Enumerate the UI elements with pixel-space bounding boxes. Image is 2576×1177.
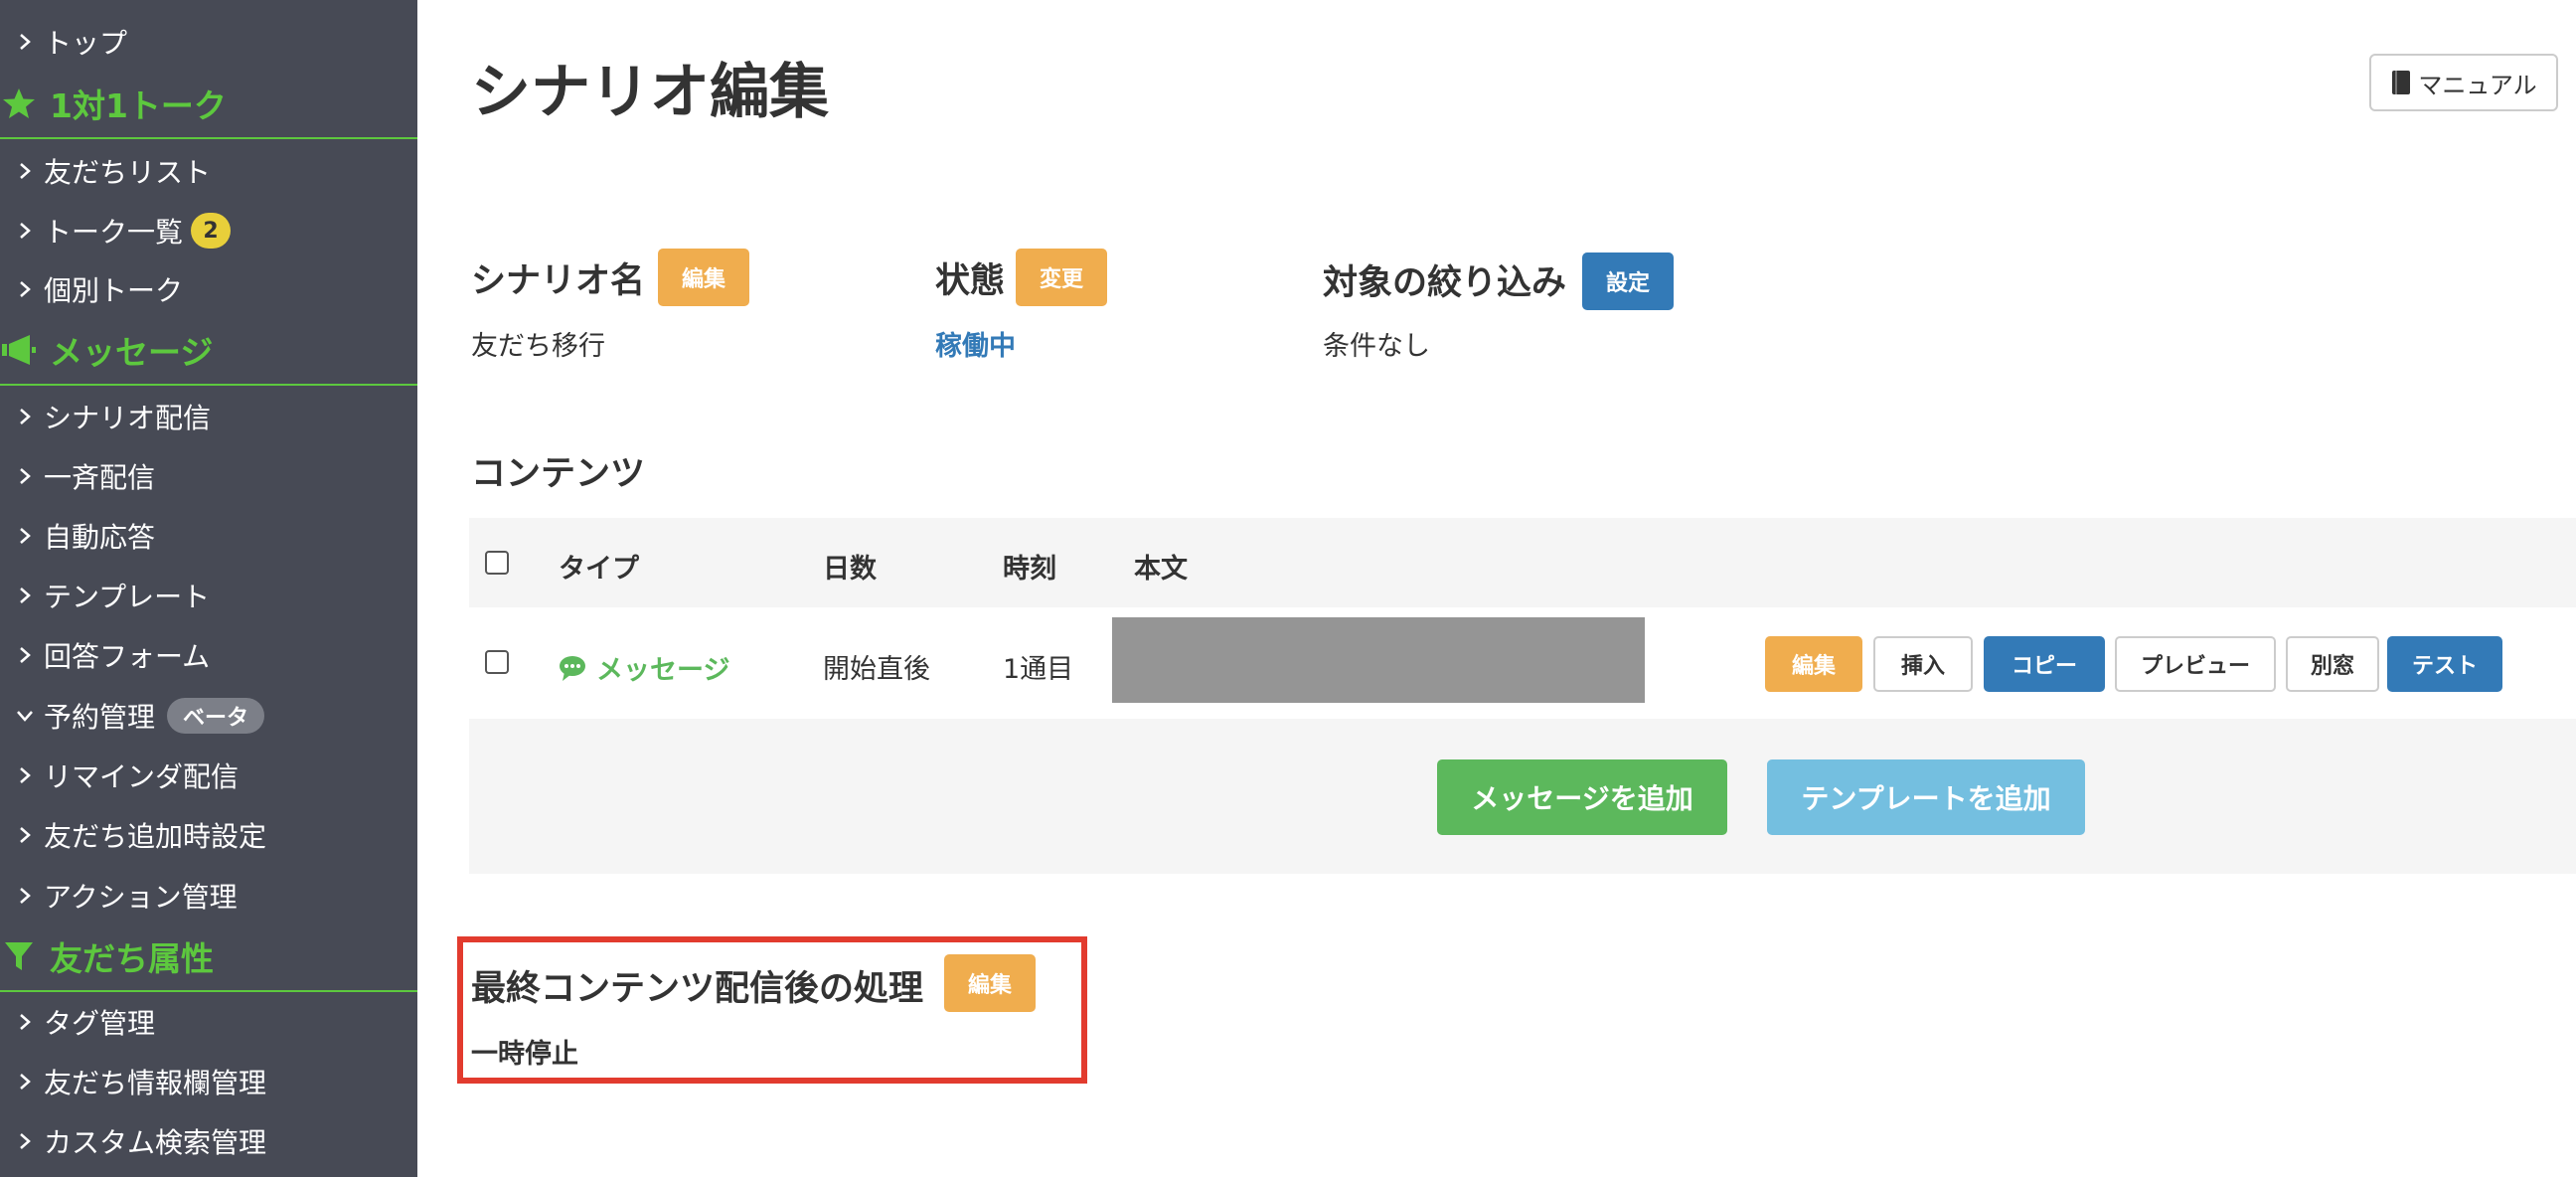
row-days: 開始直後 bbox=[823, 654, 930, 685]
star-icon bbox=[3, 88, 35, 118]
sidebar-item-reminder[interactable]: リマインダ配信 bbox=[0, 746, 417, 805]
chevron-right-icon bbox=[20, 223, 31, 239]
column-header-time: 時刻 bbox=[1003, 554, 1056, 585]
sidebar-item-label: リマインダ配信 bbox=[44, 760, 240, 793]
sidebar-item-label: 友だち情報欄管理 bbox=[44, 1067, 267, 1099]
chevron-right-icon bbox=[20, 827, 31, 843]
sidebar-item-individual-talk[interactable]: 個別トーク bbox=[0, 259, 417, 319]
row-copy-button[interactable]: コピー bbox=[1984, 636, 2105, 692]
scenario-name-heading: シナリオ名 bbox=[471, 261, 646, 301]
sidebar-item-label: トーク一覧 bbox=[44, 216, 184, 249]
final-processing-edit-button[interactable]: 編集 bbox=[944, 954, 1036, 1012]
sidebar-item-label: 友だちリスト bbox=[44, 156, 212, 189]
column-header-type: タイプ bbox=[559, 554, 639, 585]
sidebar-item-label: 友だち追加時設定 bbox=[44, 820, 267, 853]
chevron-right-icon bbox=[20, 588, 31, 603]
final-processing-value: 一時停止 bbox=[471, 1039, 578, 1070]
chevron-right-icon bbox=[20, 163, 31, 179]
sidebar-section-title: メッセージ bbox=[50, 333, 214, 372]
sidebar-item-label: テンプレート bbox=[44, 581, 211, 613]
sidebar-item-friend-info[interactable]: 友だち情報欄管理 bbox=[0, 1052, 417, 1111]
chevron-right-icon bbox=[20, 1133, 31, 1149]
row-preview-button[interactable]: プレビュー bbox=[2115, 636, 2276, 692]
row-edit-button[interactable]: 編集 bbox=[1765, 636, 1862, 692]
megaphone-icon bbox=[2, 335, 36, 365]
row-checkbox[interactable] bbox=[485, 650, 509, 674]
sidebar-section-title: 1対1トーク bbox=[50, 86, 227, 125]
manual-button[interactable]: マニュアル bbox=[2369, 54, 2558, 111]
sidebar-item-label: シナリオ配信 bbox=[44, 402, 212, 434]
sidebar-section-talk: 1対1トーク bbox=[0, 70, 417, 139]
manual-label: マニュアル bbox=[2418, 72, 2537, 99]
sidebar-item-friend-list[interactable]: 友だちリスト bbox=[0, 141, 417, 201]
book-icon bbox=[2392, 71, 2411, 94]
chevron-right-icon bbox=[20, 767, 31, 783]
chevron-right-icon bbox=[20, 281, 31, 297]
unread-count-badge: 2 bbox=[191, 213, 232, 249]
scenario-name-edit-button[interactable]: 編集 bbox=[658, 249, 749, 306]
sidebar-item-friend-add-settings[interactable]: 友だち追加時設定 bbox=[0, 805, 417, 865]
sidebar-item-talk-list[interactable]: トーク一覧 2 bbox=[0, 201, 417, 260]
row-time: 1通目 bbox=[1003, 654, 1074, 685]
chat-bubble-icon bbox=[560, 655, 585, 681]
row-body-preview bbox=[1112, 617, 1645, 703]
filter-heading: 対象の絞り込み bbox=[1323, 263, 1567, 303]
sidebar: トップ 1対1トーク 友だちリスト トーク一覧 2 個別トーク メッセージ シナ… bbox=[0, 0, 417, 1177]
beta-badge: ベータ bbox=[167, 698, 265, 734]
column-header-days: 日数 bbox=[823, 554, 877, 585]
status-value-link[interactable]: 稼働中 bbox=[935, 324, 1016, 363]
contents-table-header bbox=[469, 518, 2576, 607]
sidebar-item-label: カスタム検索管理 bbox=[44, 1126, 267, 1159]
chevron-right-icon bbox=[20, 1074, 31, 1090]
sidebar-item-reservation[interactable]: 予約管理 ベータ bbox=[0, 686, 417, 746]
filter-value: 条件なし bbox=[1323, 331, 1430, 362]
sidebar-section-message: メッセージ bbox=[0, 316, 417, 386]
sidebar-item-label: アクション管理 bbox=[44, 881, 238, 914]
status-change-button[interactable]: 変更 bbox=[1016, 249, 1107, 306]
chevron-right-icon bbox=[20, 647, 31, 663]
add-template-button[interactable]: テンプレートを追加 bbox=[1767, 759, 2085, 835]
sidebar-item-label: 予約管理 bbox=[44, 701, 156, 734]
chevron-right-icon bbox=[20, 888, 31, 904]
chevron-right-icon bbox=[20, 528, 31, 544]
add-message-button[interactable]: メッセージを追加 bbox=[1437, 759, 1727, 835]
row-test-button[interactable]: テスト bbox=[2387, 636, 2502, 692]
chevron-right-icon bbox=[20, 409, 31, 424]
sidebar-item-tag[interactable]: タグ管理 bbox=[0, 992, 417, 1052]
row-insert-button[interactable]: 挿入 bbox=[1873, 636, 1973, 692]
sidebar-item-answer-form[interactable]: 回答フォーム bbox=[0, 625, 417, 685]
filter-set-button[interactable]: 設定 bbox=[1582, 252, 1674, 310]
scenario-name-value: 友だち移行 bbox=[471, 331, 605, 362]
page-title: シナリオ編集 bbox=[471, 58, 829, 127]
sidebar-item-label: タグ管理 bbox=[44, 1007, 156, 1040]
column-header-body: 本文 bbox=[1134, 554, 1188, 585]
row-type-label: メッセージ bbox=[596, 655, 730, 686]
final-processing-heading: 最終コンテンツ配信後の処理 bbox=[471, 969, 924, 1009]
sidebar-item-label: トップ bbox=[44, 27, 128, 60]
sidebar-item-template[interactable]: テンプレート bbox=[0, 566, 417, 625]
sidebar-item-broadcast[interactable]: 一斉配信 bbox=[0, 446, 417, 506]
contents-heading: コンテンツ bbox=[471, 454, 646, 494]
sidebar-section-title: 友だち属性 bbox=[50, 939, 214, 978]
status-heading: 状態 bbox=[935, 261, 1006, 301]
chevron-right-icon bbox=[20, 1014, 31, 1030]
chevron-right-icon bbox=[20, 468, 31, 484]
sidebar-section-attributes: 友だち属性 bbox=[0, 923, 417, 992]
sidebar-item-top[interactable]: トップ bbox=[0, 12, 417, 72]
sidebar-item-label: 回答フォーム bbox=[44, 640, 211, 673]
select-all-checkbox[interactable] bbox=[485, 551, 509, 575]
sidebar-item-label: 自動応答 bbox=[44, 521, 156, 554]
row-new-window-button[interactable]: 別窓 bbox=[2286, 636, 2379, 692]
sidebar-item-label: 一斉配信 bbox=[44, 461, 156, 494]
sidebar-item-custom-search[interactable]: カスタム検索管理 bbox=[0, 1111, 417, 1171]
chevron-down-icon bbox=[17, 711, 33, 722]
row-type: メッセージ bbox=[559, 648, 729, 687]
sidebar-item-action[interactable]: アクション管理 bbox=[0, 866, 417, 925]
sidebar-item-auto-reply[interactable]: 自動応答 bbox=[0, 506, 417, 566]
chevron-right-icon bbox=[20, 34, 31, 50]
filter-icon bbox=[5, 942, 33, 970]
sidebar-item-label: 個別トーク bbox=[44, 274, 184, 307]
sidebar-item-scenario[interactable]: シナリオ配信 bbox=[0, 387, 417, 446]
